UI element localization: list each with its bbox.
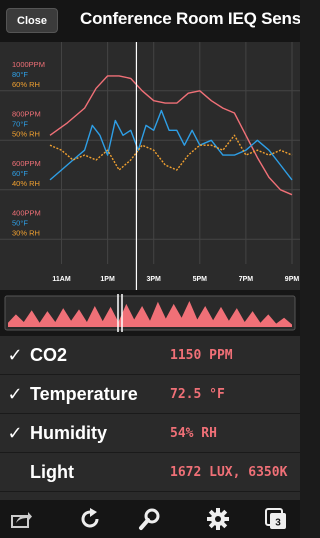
page-title: Conference Room IEQ Sens... bbox=[80, 9, 300, 28]
check-icon[interactable]: ✓ bbox=[0, 423, 30, 444]
x-tick-label: 9PM bbox=[285, 276, 300, 283]
x-tick-label: 3PM bbox=[147, 276, 162, 283]
metric-value: 1150 PPM bbox=[170, 347, 233, 363]
metric-label: Humidity bbox=[30, 422, 108, 443]
bottom-toolbar: 3 bbox=[0, 500, 300, 538]
x-tick-label: 11AM bbox=[52, 276, 70, 283]
x-tick-label: 5PM bbox=[193, 276, 208, 283]
overview-chart[interactable] bbox=[0, 290, 300, 336]
metric-label: Light bbox=[30, 461, 74, 482]
gear-icon[interactable] bbox=[206, 507, 230, 531]
metric-label: Temperature bbox=[30, 383, 138, 404]
y-tick-label: 60% RH bbox=[12, 80, 40, 89]
y-tick-label: 1000PPM bbox=[12, 60, 45, 69]
metric-row-humidity[interactable]: ✓ Humidity 54% RH bbox=[0, 414, 300, 453]
y-tick-label: 80°F bbox=[12, 70, 28, 79]
y-tick-label: 70°F bbox=[12, 119, 28, 128]
refresh-icon[interactable] bbox=[78, 507, 102, 531]
metric-row-temperature[interactable]: ✓ Temperature 72.5 °F bbox=[0, 375, 300, 414]
check-icon[interactable]: ✓ bbox=[0, 345, 30, 366]
timeline-overview[interactable] bbox=[0, 290, 300, 336]
close-button[interactable]: Close bbox=[6, 8, 58, 33]
metric-label: CO2 bbox=[30, 344, 68, 365]
y-tick-label: 50°F bbox=[12, 218, 28, 227]
metric-list: ✓ CO2 1150 PPM ✓ Temperature 72.5 °F ✓ H… bbox=[0, 336, 300, 500]
sensor-chart[interactable]: 11AM 1PM 3PM 5PM 7PM 9PM 1000PPM80°F60% RH 800P… bbox=[0, 42, 300, 290]
y-tick-label: 50% RH bbox=[12, 129, 40, 138]
header-bar: Close Conference Room IEQ Sens... bbox=[0, 0, 300, 42]
metric-value: 54% RH bbox=[170, 425, 217, 441]
metric-row-light[interactable]: Light 1672 LUX, 6350K bbox=[0, 453, 300, 492]
chart-area[interactable]: 11AM 1PM 3PM 5PM 7PM 9PM 1000PPM 80°F 60% RH 800P… bbox=[0, 42, 300, 290]
check-icon[interactable]: ✓ bbox=[0, 384, 30, 405]
x-tick-label: 7PM bbox=[239, 276, 254, 283]
series-line-temperature bbox=[49, 109, 293, 181]
tabs-icon[interactable]: 3 bbox=[264, 507, 288, 531]
metric-row-co2[interactable]: ✓ CO2 1150 PPM bbox=[0, 336, 300, 375]
y-tick-label: 400PPM bbox=[12, 208, 41, 217]
metric-value: 1672 LUX, 6350K bbox=[170, 464, 288, 480]
metric-value: 72.5 °F bbox=[170, 386, 225, 402]
y-tick-label: 600PPM bbox=[12, 159, 41, 168]
tabs-count: 3 bbox=[275, 518, 281, 529]
search-icon[interactable] bbox=[138, 507, 162, 531]
series-line-co2 bbox=[49, 75, 293, 196]
x-tick-label: 1PM bbox=[100, 276, 115, 283]
share-icon[interactable] bbox=[9, 507, 33, 531]
y-tick-label: 40% RH bbox=[12, 179, 40, 188]
y-tick-label: 800PPM bbox=[12, 109, 41, 118]
y-tick-label: 30% RH bbox=[12, 228, 40, 237]
y-tick-label: 60°F bbox=[12, 169, 28, 178]
